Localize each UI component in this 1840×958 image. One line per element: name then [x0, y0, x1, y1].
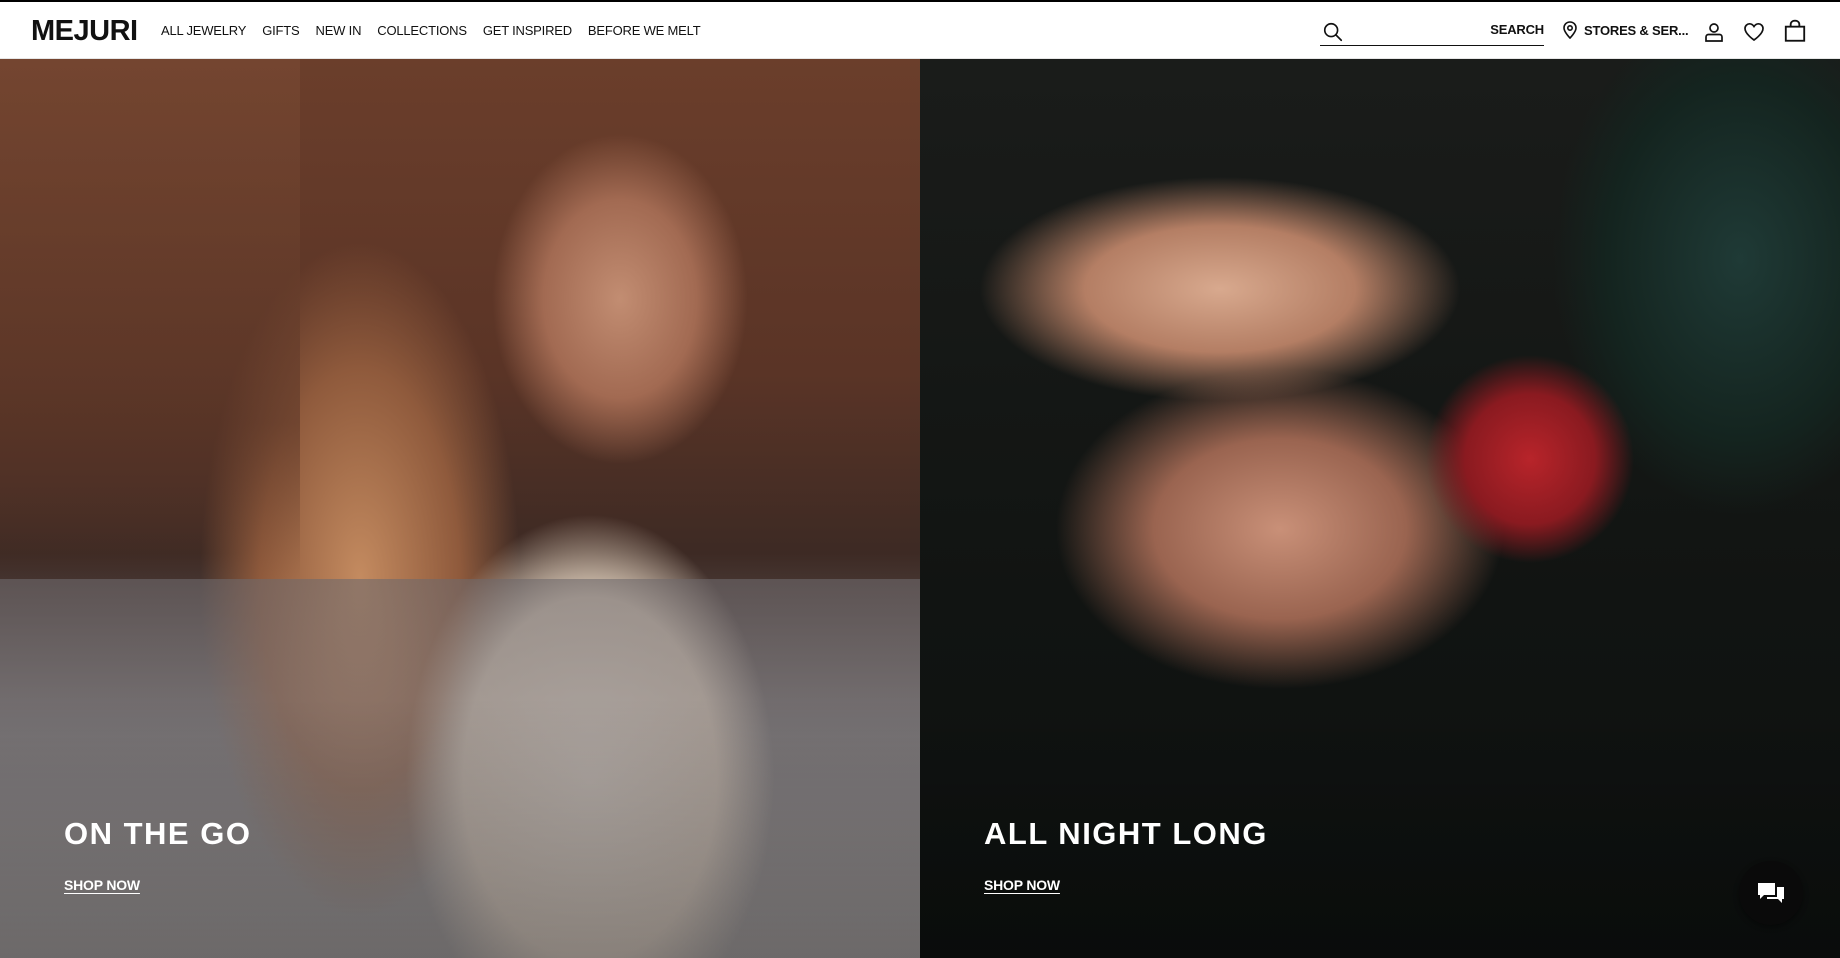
- site-header: MEJURI ALL JEWELRY GIFTS NEW IN COLLECTI…: [0, 0, 1840, 59]
- hero-panel-on-the-go[interactable]: ON THE GO SHOP NOW: [0, 59, 920, 958]
- hero-title-left: ON THE GO: [64, 816, 252, 851]
- hero-panel-all-night-long[interactable]: ALL NIGHT LONG SHOP NOW: [920, 59, 1840, 958]
- nav-all-jewelry[interactable]: ALL JEWELRY: [161, 23, 246, 38]
- shopping-bag-icon[interactable]: [1782, 18, 1808, 44]
- nav-before-we-melt[interactable]: BEFORE WE MELT: [588, 23, 701, 38]
- chat-button[interactable]: [1739, 861, 1803, 925]
- chat-bubbles-icon: [1758, 883, 1784, 903]
- search-input[interactable]: [1350, 20, 1470, 42]
- shop-now-link-right[interactable]: SHOP NOW: [984, 877, 1060, 893]
- stores-and-services-link[interactable]: STORES & SER...: [1562, 21, 1689, 39]
- search-icon[interactable]: [1322, 21, 1344, 43]
- mejuri-logo[interactable]: MEJURI: [31, 15, 138, 48]
- nav-get-inspired[interactable]: GET INSPIRED: [483, 23, 572, 38]
- nav-new-in[interactable]: NEW IN: [316, 23, 362, 38]
- nav-gifts[interactable]: GIFTS: [262, 23, 299, 38]
- shop-now-link-left[interactable]: SHOP NOW: [64, 877, 140, 893]
- location-pin-icon: [1563, 21, 1577, 39]
- nav-collections[interactable]: COLLECTIONS: [377, 23, 467, 38]
- search-label[interactable]: SEARCH: [1490, 22, 1544, 37]
- main-nav: ALL JEWELRY GIFTS NEW IN COLLECTIONS GET…: [161, 23, 701, 38]
- wishlist-heart-icon[interactable]: [1742, 20, 1766, 44]
- stores-label: STORES & SER...: [1584, 22, 1689, 38]
- hero-image-left: [0, 59, 300, 579]
- account-icon[interactable]: [1702, 20, 1726, 44]
- search-bar[interactable]: SEARCH: [1320, 16, 1544, 46]
- hero-title-right: ALL NIGHT LONG: [984, 816, 1268, 851]
